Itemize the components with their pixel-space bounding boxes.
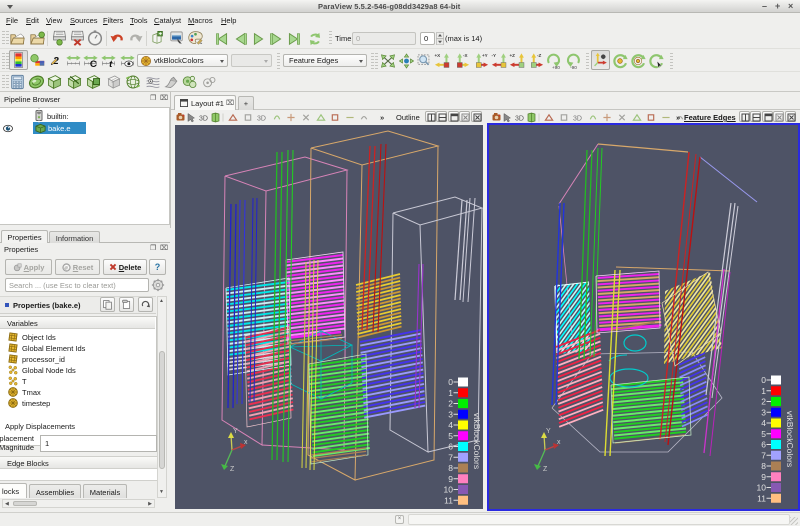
svg-text:6: 6 [761,440,766,450]
svg-text:3D: 3D [515,116,524,123]
svg-text:2: 2 [448,399,453,409]
svg-text:11: 11 [757,493,766,503]
svg-text:vtkBlockColors: vtkBlockColors [785,411,795,467]
svg-text:x: x [557,439,561,446]
svg-text:-Z: -Z [537,53,542,58]
svg-text:5: 5 [761,429,766,439]
svg-text:Z: Z [543,466,548,473]
svg-text:-90: -90 [570,65,577,70]
svg-text:8: 8 [448,463,453,473]
svg-text:+Y: +Y [482,53,488,58]
svg-text:8: 8 [761,461,766,471]
svg-text:3D: 3D [199,116,208,123]
svg-text:+X: +X [435,53,441,58]
svg-text:11: 11 [444,495,453,505]
svg-text:3D: 3D [257,116,266,123]
svg-text:1: 1 [761,386,766,396]
svg-text:0: 0 [448,377,453,387]
svg-text:1: 1 [448,388,453,398]
svg-text:Y: Y [546,428,551,435]
svg-text:-X: -X [463,53,468,58]
svg-text:10: 10 [757,483,767,493]
svg-text:C: C [90,59,97,68]
svg-text:Y: Y [233,428,238,435]
svg-text:+90: +90 [552,65,560,70]
svg-text:9: 9 [448,474,453,484]
svg-text:0: 0 [761,375,766,385]
svg-text:vtkBlockColors: vtkBlockColors [472,413,482,469]
svg-text:7: 7 [448,452,453,462]
svg-text:Z: Z [230,466,235,473]
svg-text:2: 2 [761,397,766,407]
svg-text:10: 10 [444,485,454,495]
svg-text:+Z: +Z [510,53,516,58]
svg-text:3: 3 [448,409,453,419]
svg-text:4: 4 [448,420,453,430]
svg-text:4: 4 [761,418,766,428]
svg-text:3: 3 [761,407,766,417]
svg-text:6: 6 [448,442,453,452]
svg-text:7: 7 [761,450,766,460]
svg-text:5: 5 [448,431,453,441]
svg-text:3D: 3D [573,116,582,123]
svg-text:x: x [244,439,248,446]
svg-text:9: 9 [761,472,766,482]
svg-text:-Y: -Y [492,53,497,58]
